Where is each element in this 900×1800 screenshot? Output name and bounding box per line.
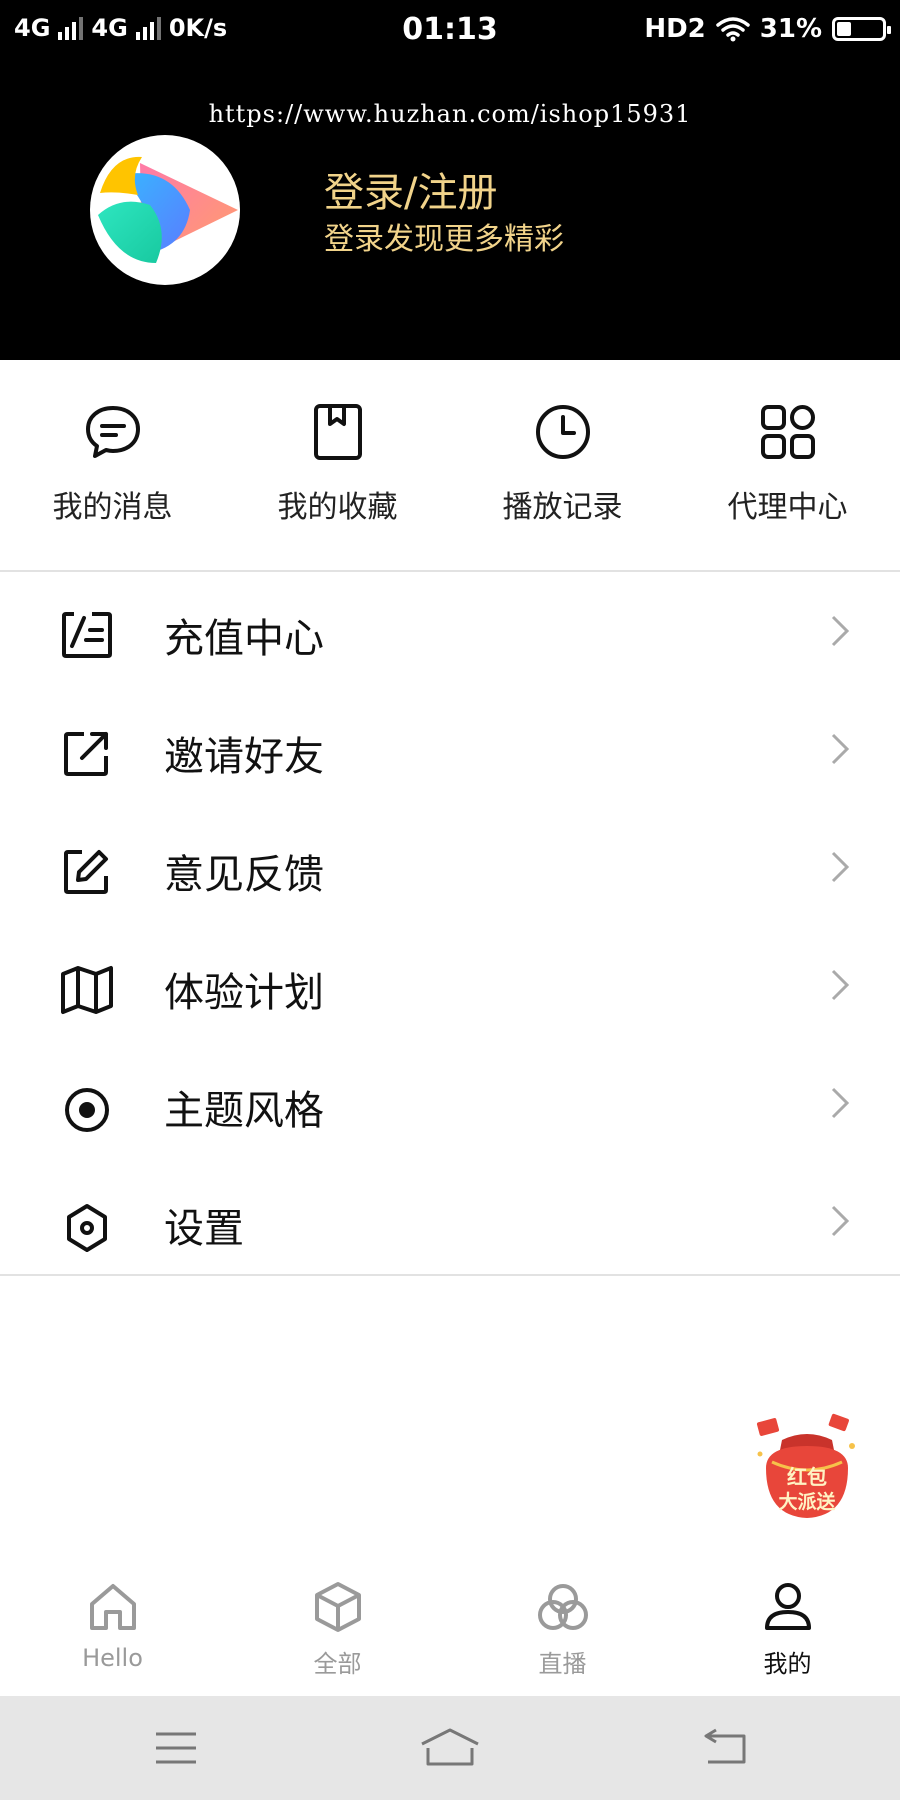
wifi-icon — [716, 17, 750, 42]
system-nav-bar — [0, 1696, 900, 1800]
chevron-right-icon — [831, 733, 850, 765]
battery-percent: 31% — [759, 14, 822, 44]
quick-label: 代理中心 — [727, 490, 848, 525]
quick-label: 播放记录 — [502, 490, 623, 525]
login-subtitle: 登录发现更多精彩 — [324, 222, 564, 257]
message-icon — [85, 406, 140, 458]
tab-label: 直播 — [538, 1650, 587, 1678]
menu-divider — [0, 1274, 900, 1276]
red-packet-promo-button[interactable]: 红包 大派送 — [752, 1406, 862, 1530]
menu-label: 邀请好友 — [164, 734, 324, 780]
login-register-link[interactable]: 登录/注册 — [324, 160, 497, 218]
menu-label: 设置 — [164, 1206, 244, 1252]
tab-label: 我的 — [763, 1650, 812, 1678]
grid-icon — [760, 405, 815, 459]
menu-item-invite-friends[interactable]: 邀请好友 — [0, 690, 900, 808]
chevron-right-icon — [831, 1205, 850, 1237]
tab-live[interactable]: 直播 — [450, 1580, 675, 1679]
home-button-icon[interactable] — [420, 1726, 480, 1770]
chevron-right-icon — [831, 851, 850, 883]
user-icon — [764, 1583, 811, 1630]
back-icon[interactable] — [702, 1726, 748, 1770]
chevron-right-icon — [831, 1087, 850, 1119]
red-packet-line1: 红包 — [787, 1465, 827, 1489]
tab-all[interactable]: 全部 — [225, 1580, 450, 1679]
settings-menu: 充值中心 邀请好友 意见反馈 体验计划 主题风格 设置 — [0, 572, 900, 1280]
quick-play-history[interactable]: 播放记录 — [450, 402, 675, 526]
chevron-right-icon — [831, 615, 850, 647]
red-packet-line2: 大派送 — [778, 1490, 836, 1513]
clock-icon — [535, 405, 590, 459]
status-right: HD2 31% — [644, 14, 891, 44]
tab-label: Hello — [82, 1644, 143, 1672]
menu-item-experience-plan[interactable]: 体验计划 — [0, 926, 900, 1044]
menu-label: 主题风格 — [164, 1088, 324, 1134]
menu-item-theme-style[interactable]: 主题风格 — [0, 1044, 900, 1162]
quick-agent-center[interactable]: 代理中心 — [675, 402, 900, 526]
menu-item-feedback[interactable]: 意见反馈 — [0, 808, 900, 926]
map-icon — [61, 966, 113, 1014]
status-bar: 4G 4G 0K/s 01:13 HD2 31% — [0, 0, 900, 62]
bookmark-icon — [313, 404, 362, 460]
menu-item-recharge-center[interactable]: 充值中心 — [0, 572, 900, 690]
red-packet-icon: 红包 大派送 — [756, 1413, 855, 1518]
edit-icon — [64, 850, 108, 894]
app-logo-avatar[interactable] — [90, 135, 240, 285]
hd-indicator: HD2 — [644, 14, 706, 44]
share-icon — [64, 732, 108, 776]
quick-actions: 我的消息 我的收藏 播放记录 代理中心 — [0, 360, 900, 572]
quick-label: 我的消息 — [52, 490, 173, 525]
menu-item-settings[interactable]: 设置 — [0, 1162, 900, 1280]
recharge-icon — [62, 612, 112, 658]
quick-my-favorites[interactable]: 我的收藏 — [225, 402, 450, 526]
tab-hello[interactable]: Hello — [0, 1580, 225, 1672]
menu-label: 充值中心 — [164, 616, 324, 662]
bottom-tab-bar: Hello 全部 直播 我的 — [0, 1568, 900, 1696]
tab-label: 全部 — [313, 1650, 362, 1678]
circles-icon — [537, 1584, 588, 1630]
home-icon — [89, 1584, 136, 1630]
menu-label: 意见反馈 — [164, 852, 324, 898]
quick-label: 我的收藏 — [277, 490, 398, 525]
profile-header: https://www.huzhan.com/ishop15931 登录/注册 … — [0, 62, 900, 360]
box-icon — [314, 1582, 361, 1632]
battery-icon — [832, 17, 891, 41]
radio-icon — [65, 1088, 109, 1132]
tab-mine[interactable]: 我的 — [675, 1580, 900, 1679]
quick-my-messages[interactable]: 我的消息 — [0, 402, 225, 526]
watermark-url: https://www.huzhan.com/ishop15931 — [208, 100, 692, 128]
chevron-right-icon — [831, 969, 850, 1001]
app-logo-icon — [98, 156, 238, 263]
settings-icon — [67, 1204, 107, 1252]
menu-icon[interactable] — [154, 1726, 198, 1770]
menu-label: 体验计划 — [164, 970, 324, 1016]
